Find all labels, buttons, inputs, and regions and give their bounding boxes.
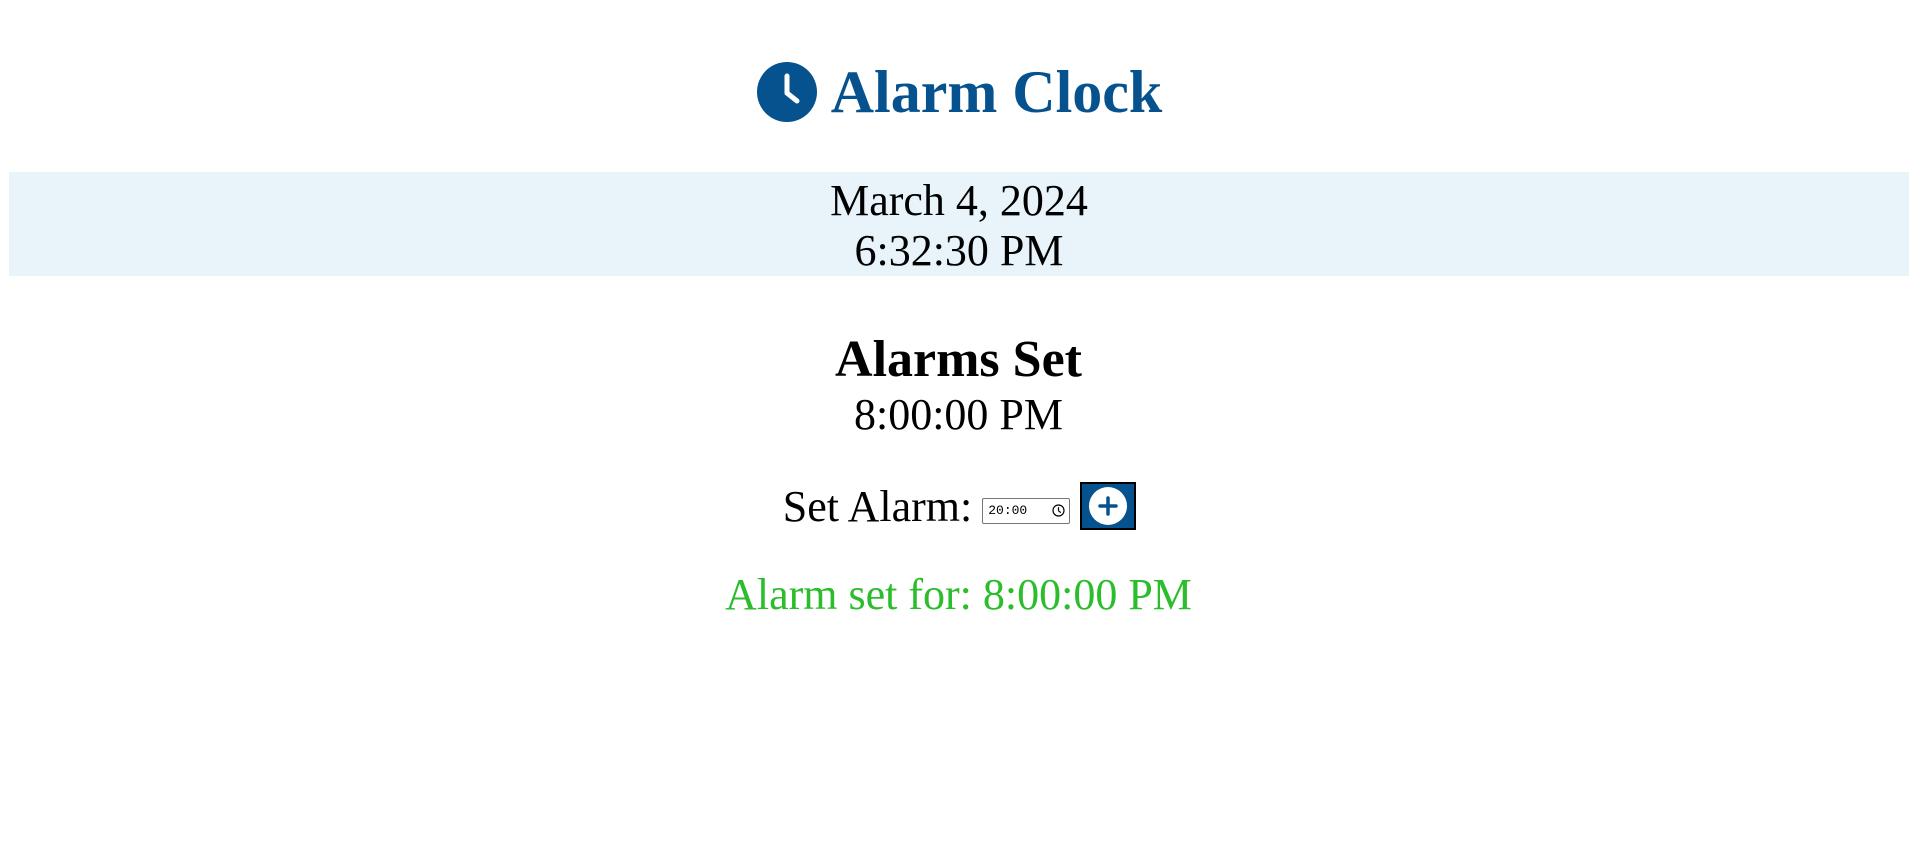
page: Alarm Clock March 4, 2024 6:32:30 PM Ala… (0, 0, 1917, 862)
current-datetime-panel: March 4, 2024 6:32:30 PM (9, 172, 1909, 276)
current-date: March 4, 2024 (830, 176, 1088, 225)
clock-icon (756, 62, 817, 122)
header: Alarm Clock (0, 58, 1917, 126)
add-alarm-button[interactable] (1080, 482, 1137, 530)
current-time: 6:32:30 PM (854, 226, 1064, 275)
alarm-list: 8:00:00 PM (0, 388, 1917, 442)
header-inner: Alarm Clock (756, 59, 1163, 125)
alarm-time-value[interactable]: 20:00 (988, 503, 1052, 518)
plus-circle-icon (1089, 487, 1128, 525)
alarms-heading: Alarms Set (835, 331, 1082, 388)
set-alarm-label: Set Alarm: (782, 481, 973, 531)
clock-picker-icon[interactable] (1052, 504, 1065, 517)
alarm-status-message: Alarm set for: 8:00:00 PM (725, 570, 1192, 619)
alarm-item: 8:00:00 PM (853, 390, 1064, 439)
set-alarm-controls: Set Alarm: 20:00 (782, 481, 1137, 532)
set-alarm-row: Set Alarm: 20:00 (0, 478, 1917, 534)
alarm-time-input[interactable]: 20:00 (982, 497, 1071, 524)
app-title: Alarm Clock (830, 59, 1163, 125)
